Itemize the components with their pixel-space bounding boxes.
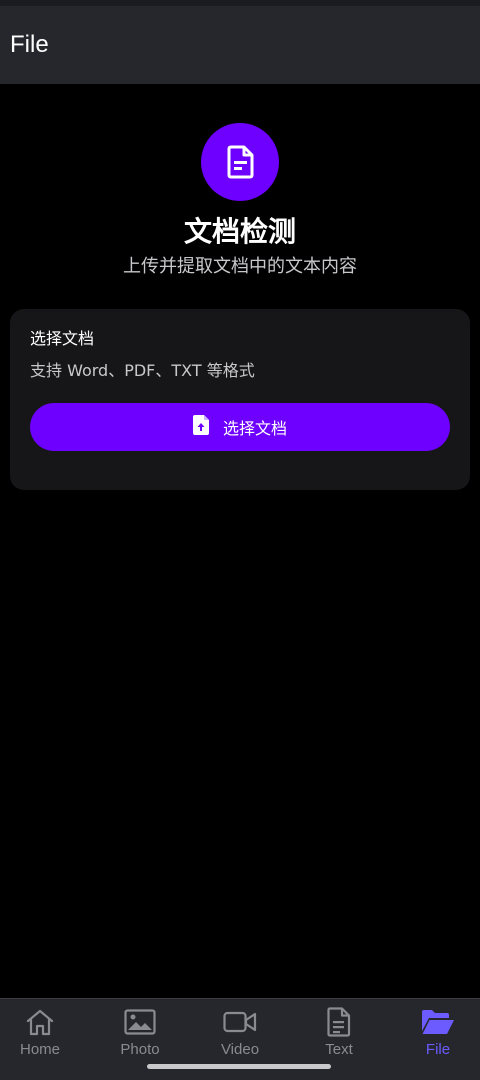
home-icon xyxy=(23,1007,57,1037)
nav-label-home: Home xyxy=(19,1041,60,1058)
nav-item-home[interactable]: Home xyxy=(0,1007,80,1063)
supported-formats-text: 支持 Word、PDF、TXT 等格式 xyxy=(30,361,255,380)
nav-item-text[interactable]: Text xyxy=(299,1007,379,1063)
select-document-button[interactable]: 选择文档 xyxy=(30,403,450,451)
page-title: File xyxy=(10,31,49,58)
nav-item-file[interactable]: File xyxy=(398,1007,478,1063)
nav-label-photo: Photo xyxy=(120,1041,160,1058)
nav-item-video[interactable]: Video xyxy=(200,1007,280,1063)
file-screen: File 文档检测 上传并提取文档中的文本内容 选择文档 支持 Word、PDF… xyxy=(0,0,480,1080)
video-icon xyxy=(223,1007,257,1037)
home-indicator xyxy=(147,1064,331,1069)
hero-subtitle: 上传并提取文档中的文本内容 xyxy=(123,256,357,277)
photo-icon xyxy=(123,1007,157,1037)
nav-label-video: Video xyxy=(220,1041,260,1058)
nav-label-text: Text xyxy=(325,1041,353,1058)
text-document-icon xyxy=(322,1007,356,1037)
hero-title: 文档检测 xyxy=(183,215,296,248)
document-select-card: 选择文档 支持 Word、PDF、TXT 等格式 选择文档 xyxy=(10,309,470,490)
folder-open-icon xyxy=(421,1007,455,1037)
card-title: 选择文档 xyxy=(30,329,95,348)
nav-label-file: File xyxy=(425,1041,451,1058)
select-document-label: 选择文档 xyxy=(222,419,287,438)
file-upload-icon xyxy=(192,415,211,439)
document-icon xyxy=(201,123,279,201)
nav-item-photo[interactable]: Photo xyxy=(100,1007,180,1063)
app-bar: File xyxy=(0,6,480,84)
